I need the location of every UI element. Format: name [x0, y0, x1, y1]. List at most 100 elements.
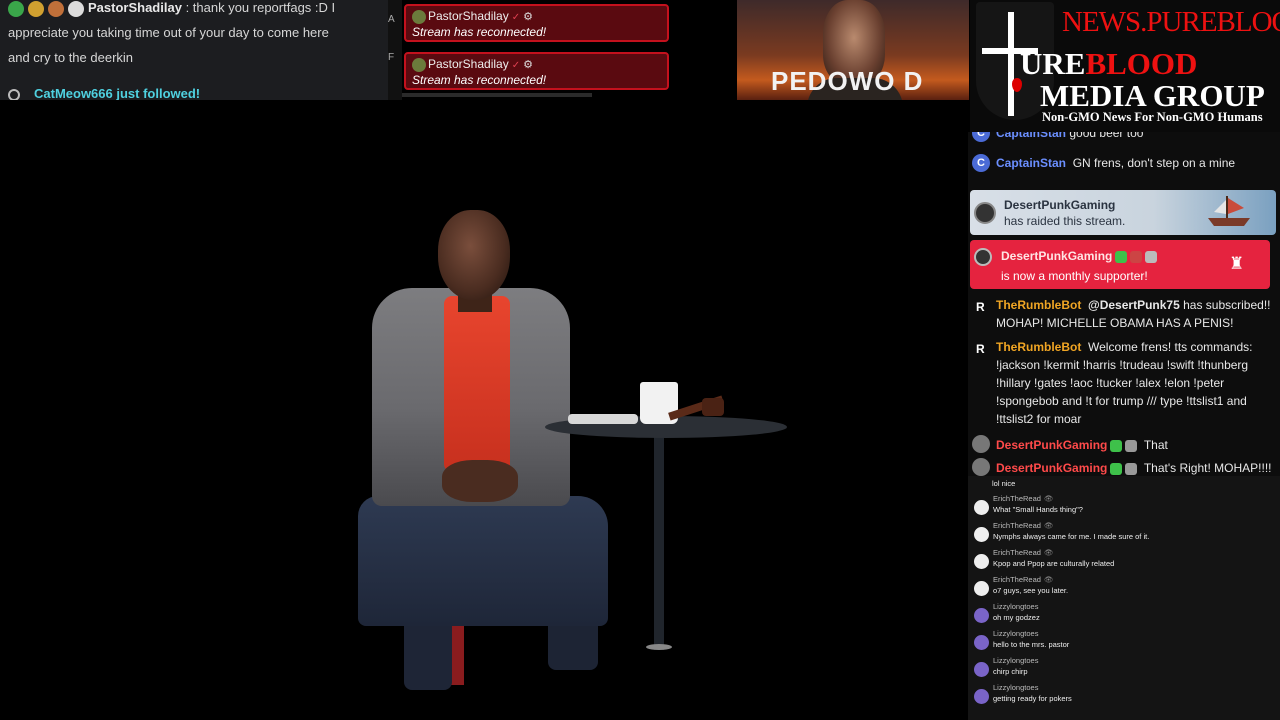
chat-message-text: Nymphs always came for me. I made sure o… — [993, 532, 1150, 541]
video-thumbnail[interactable]: PEDOWO D — [737, 0, 969, 100]
chat-message-pastor: PastorShadilay : thank you reportfags :D… — [8, 0, 380, 70]
chat-username[interactable]: Lizzylongtoes — [993, 656, 1038, 665]
chat-username[interactable]: ErichTheRead 👁 — [993, 548, 1053, 557]
avatar — [974, 689, 989, 704]
badge-icon — [1110, 439, 1123, 452]
eye-icon: 👁 — [1043, 548, 1054, 557]
chat-message-text: That's Right! MOHAP!!!! — [1143, 461, 1272, 475]
gear-icon[interactable]: ⚙ — [523, 59, 533, 71]
rook-icon: ♜ — [1229, 254, 1245, 273]
list-item: ErichTheRead 👁 o7 guys, see you later. — [972, 574, 1278, 601]
list-item: ErichTheRead 👁 Nymphs always came for me.… — [972, 520, 1278, 547]
video-player[interactable] — [0, 100, 968, 720]
alert-text: Stream has reconnected! — [412, 25, 547, 39]
secondary-chat-panel[interactable]: lol nice ErichTheRead 👁 What "Small Hands… — [968, 476, 1280, 720]
chat-username[interactable]: DesertPunkGaming — [996, 438, 1107, 452]
chat-mention[interactable]: @DesertPunk75 — [1088, 298, 1180, 312]
list-item: Lizzylongtoes getting ready for pokers — [972, 682, 1278, 709]
avatar — [412, 57, 426, 72]
badge-icon — [1130, 250, 1143, 263]
top-chat-overlay: PastorShadilay : thank you reportfags :D… — [0, 0, 388, 100]
follow-text: CatMeow666 just followed! — [34, 86, 201, 100]
avatar — [974, 248, 992, 266]
chat-message-text: and cry to the deerkin — [8, 50, 134, 65]
avatar — [974, 554, 989, 569]
reconnect-alert: PastorShadilay ✓ ⚙ Stream has reconnected! — [404, 4, 669, 42]
avatar — [412, 9, 426, 24]
chat-username[interactable]: ErichTheRead 👁 — [993, 494, 1053, 503]
badge-icon — [48, 0, 64, 17]
side-letter: F — [388, 52, 395, 63]
eye-icon: 👁 — [1043, 575, 1054, 584]
figure-hands — [442, 460, 518, 502]
list-item: Lizzylongtoes oh my godzez — [972, 601, 1278, 628]
avatar — [974, 662, 989, 677]
rumble-r-icon: R — [976, 300, 985, 314]
sub-username[interactable]: DesertPunkGaming — [1001, 249, 1158, 263]
list-item: Lizzylongtoes hello to the mrs. pastor — [972, 628, 1278, 655]
thumbnail-caption: PEDOWO D — [771, 66, 924, 96]
eye-icon: 👁 — [1043, 521, 1054, 530]
chat-message: DesertPunkGaming That — [968, 434, 1280, 456]
verified-check-icon: ✓ — [511, 60, 521, 71]
raid-notification: DesertPunkGaming has raided this stream. — [970, 190, 1276, 235]
sub-text: is now a monthly supporter! — [1001, 269, 1148, 283]
avatar — [68, 0, 84, 17]
brand-name: UREBLOOD — [1020, 46, 1198, 81]
list-item: ErichTheRead 👁 Kpop and Ppop are cultural… — [972, 547, 1278, 574]
gear-icon[interactable]: ⚙ — [523, 11, 533, 23]
badge-icon — [1125, 462, 1138, 475]
raid-text: has raided this stream. — [1004, 214, 1126, 228]
chat-username[interactable]: Lizzylongtoes — [993, 602, 1038, 611]
side-letter: A — [388, 14, 395, 25]
chat-username[interactable]: DesertPunkGaming — [996, 461, 1107, 475]
avatar: C — [972, 132, 990, 142]
chat-username[interactable]: TheRumbleBot — [996, 340, 1081, 354]
chat-message-text: That — [1143, 438, 1168, 452]
brand-url: NEWS.PUREBLOOD.MEDIA — [1062, 6, 1280, 38]
chat-username[interactable]: ErichTheRead 👁 — [993, 575, 1053, 584]
rumble-r-icon: R — [976, 342, 985, 356]
chat-message-text: !ttslist2 for moar — [996, 412, 1082, 426]
chat-username[interactable]: ErichTheRead 👁 — [993, 521, 1053, 530]
brand-subname: MEDIA GROUP — [1040, 78, 1265, 113]
chat-message-text: Welcome frens! tts commands: — [1088, 340, 1253, 354]
avatar — [972, 435, 990, 453]
badge-icon — [1110, 462, 1123, 475]
chat-username[interactable]: TheRumbleBot — [996, 298, 1081, 312]
chat-message-text: getting ready for pokers — [993, 694, 1072, 703]
subscriber-notification: DesertPunkGaming is now a monthly suppor… — [970, 240, 1270, 289]
chat-message-text: GN frens, don't step on a mine — [1072, 156, 1236, 170]
avatar — [974, 202, 996, 224]
eye-icon: 👁 — [1043, 494, 1054, 503]
chat-message-partial: C CaptainStan good beer too — [968, 132, 1280, 142]
alert-username[interactable]: PastorShadilay — [428, 57, 509, 71]
figure-shirt — [444, 296, 510, 472]
cross-icon — [1008, 12, 1014, 116]
raid-username[interactable]: DesertPunkGaming — [1004, 198, 1115, 212]
table-base — [646, 644, 672, 650]
avatar: C — [972, 154, 990, 172]
avatar — [974, 500, 989, 515]
chat-username[interactable]: Lizzylongtoes — [993, 629, 1038, 638]
chat-username[interactable]: PastorShadilay — [88, 0, 182, 15]
chat-message-text: : thank you reportfags :D I — [185, 0, 336, 15]
chat-username[interactable]: CaptainStan — [996, 132, 1066, 140]
chat-message-text: !spongebob and !t for trump /// type !tt… — [996, 394, 1247, 408]
figure-lap — [358, 496, 608, 626]
chat-message-bot: R TheRumbleBot Welcome frens! tts comman… — [968, 338, 1280, 432]
avatar — [974, 527, 989, 542]
chat-username[interactable]: Lizzylongtoes — [993, 683, 1038, 692]
reconnect-alert: PastorShadilay ✓ ⚙ Stream has reconnected! — [404, 52, 669, 90]
alert-username[interactable]: PastorShadilay — [428, 9, 509, 23]
chat-message-text: !jackson !kermit !harris !trudeau !swift… — [996, 358, 1249, 372]
chat-username[interactable]: CaptainStan — [996, 156, 1066, 170]
chat-panel[interactable]: C CaptainStan good beer too C CaptainSta… — [968, 132, 1280, 484]
brand-tagline: Non-GMO News For Non-GMO Humans — [1042, 110, 1263, 124]
badge-icon — [28, 0, 44, 17]
badge-icon — [8, 0, 24, 17]
brand-logo: NEWS.PUREBLOOD.MEDIA UREBLOOD MEDIA GROU… — [970, 0, 1280, 132]
chat-message-text: lol nice — [992, 479, 1016, 488]
chat-message-text: What "Small Hands thing"? — [993, 505, 1083, 514]
list-item: Lizzylongtoes chirp chirp — [972, 655, 1278, 682]
